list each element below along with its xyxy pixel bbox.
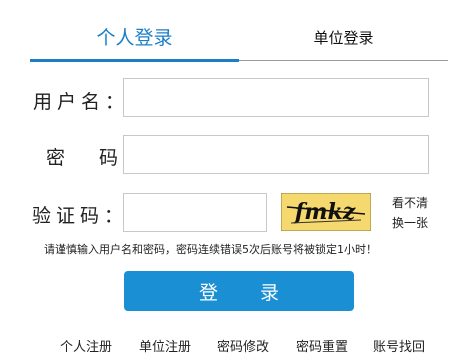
- tab-personal-login[interactable]: 个人登录: [30, 20, 239, 59]
- login-tabs: 个人登录 单位登录: [30, 20, 448, 62]
- captcha-image[interactable]: fmkz: [281, 193, 371, 231]
- captcha-label: 验证码：: [32, 205, 129, 227]
- refresh-captcha-line2: 换一张: [391, 216, 428, 230]
- personal-register-link[interactable]: 个人注册: [60, 336, 112, 355]
- captcha-input[interactable]: [123, 193, 267, 232]
- account-recover-link[interactable]: 账号找回: [373, 336, 425, 355]
- tab-divider: [239, 60, 448, 61]
- unit-register-link[interactable]: 单位注册: [139, 336, 191, 355]
- tab-unit-login[interactable]: 单位登录: [239, 20, 448, 59]
- password-change-link[interactable]: 密码修改: [217, 336, 269, 355]
- login-button[interactable]: 登 录: [124, 271, 354, 311]
- username-label: 用户名：: [33, 91, 130, 113]
- username-input[interactable]: [123, 78, 429, 117]
- password-reset-link[interactable]: 密码重置: [296, 336, 348, 355]
- password-input[interactable]: [123, 135, 429, 174]
- active-tab-indicator: [30, 59, 239, 62]
- refresh-captcha-link[interactable]: 看不清 换一张: [390, 193, 430, 233]
- lockout-notice: 请谨慎输入用户名和密码，密码连续错误5次后账号将被锁定1小时！: [44, 243, 377, 256]
- refresh-captcha-line1: 看不清: [391, 196, 428, 210]
